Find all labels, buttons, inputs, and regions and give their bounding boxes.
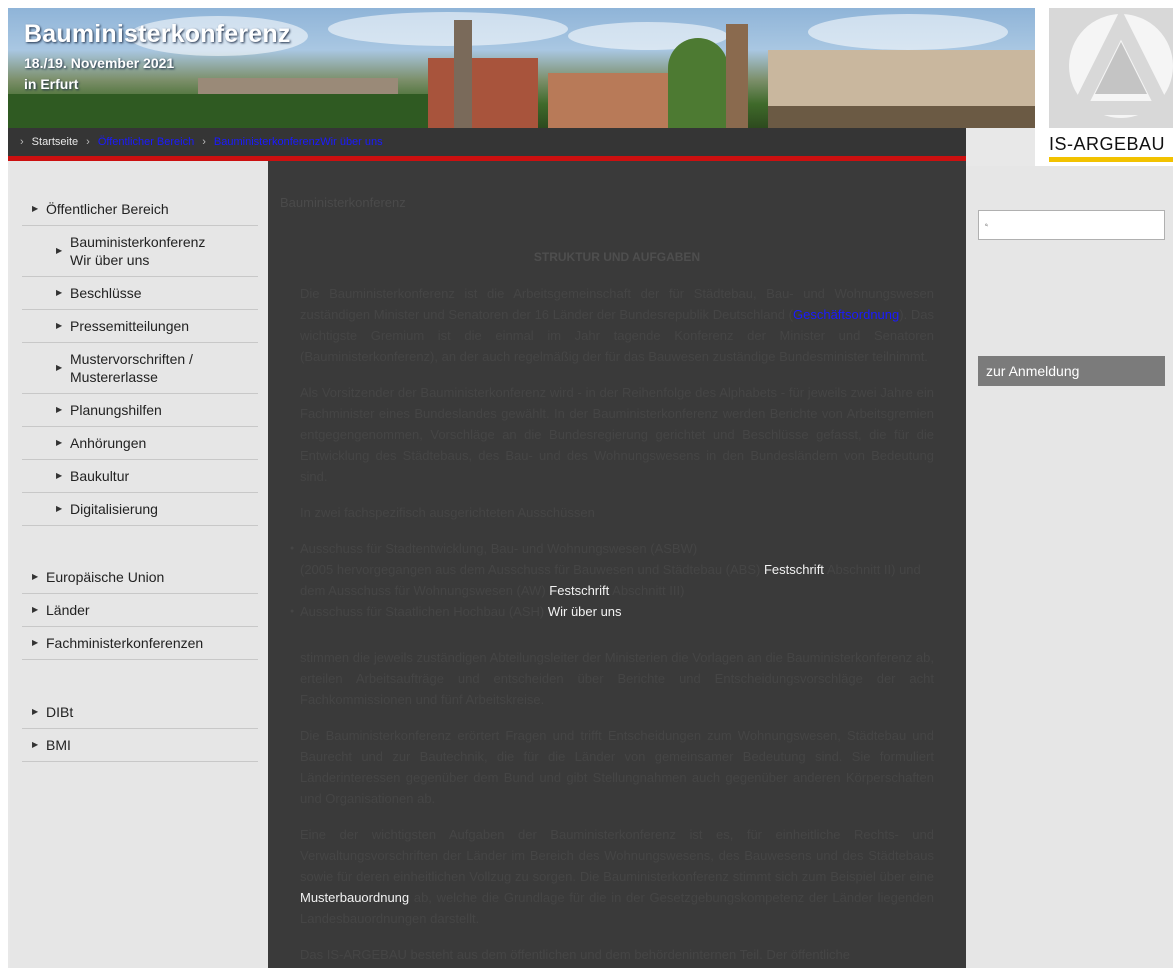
page-frame: Bauministerkonferenz 18./19. November 20… bbox=[8, 8, 1173, 968]
sidebar-item-beschluesse[interactable]: ▶ Beschlüsse bbox=[22, 277, 258, 310]
triangle-right-icon: ▶ bbox=[32, 740, 39, 749]
chevron-right-icon: › bbox=[202, 136, 206, 148]
sidebar-item-anhoerungen[interactable]: ▶ Anhörungen bbox=[22, 427, 258, 460]
paragraph: Die Bauministerkonferenz erörtert Fragen… bbox=[300, 728, 934, 806]
link-festschrift-2[interactable]: Festschrift bbox=[549, 583, 609, 598]
sidebar-item-bmk[interactable]: ▶ Bauministerkonferenz Wir über uns bbox=[22, 226, 258, 277]
sidebar-item-planungshilfen[interactable]: ▶ Planungshilfen bbox=[22, 394, 258, 427]
triangle-right-icon: ▶ bbox=[32, 572, 39, 581]
sidebar: ▶ Öffentlicher Bereich ▶ Bauministerkonfer… bbox=[10, 161, 268, 968]
triangle-right-icon: ▶ bbox=[56, 471, 63, 480]
article-body: Die Bauministerkonferenz ist die Arbeits… bbox=[268, 283, 966, 968]
sidebar-item-eu[interactable]: ▶ Europäische Union bbox=[22, 561, 258, 594]
sidebar-item-public-area[interactable]: ▶ Öffentlicher Bereich bbox=[22, 193, 258, 226]
paragraph: Die Bauministerkonferenz ist die Arbeits… bbox=[300, 286, 934, 364]
triangle-right-icon: ▶ bbox=[56, 246, 63, 255]
triangle-right-icon: ▶ bbox=[56, 288, 63, 297]
sidebar-group-main: ▶ Öffentlicher Bereich ▶ Bauministerkonfer… bbox=[22, 193, 258, 526]
page-margin bbox=[0, 0, 8, 968]
triangle-right-icon: ▶ bbox=[56, 321, 63, 330]
link-musterbauordnung[interactable]: Musterbauordnung bbox=[300, 890, 409, 905]
header-banner: Bauministerkonferenz 18./19. November 20… bbox=[8, 8, 1035, 128]
search-box[interactable] bbox=[978, 210, 1165, 240]
triangle-right-icon: ▶ bbox=[56, 363, 63, 372]
sidebar-item-bmi[interactable]: ▶ BMI bbox=[22, 729, 258, 762]
banner-date: 18./19. November 2021 bbox=[24, 55, 175, 71]
breadcrumb: › Startseite › Öffentlicher Bereich › Ba… bbox=[8, 128, 966, 156]
link-geschaeftsordnung[interactable]: Geschäftsordnung bbox=[793, 307, 899, 322]
right-column: zur Anmeldung bbox=[966, 166, 1173, 968]
logo-stripe bbox=[1049, 157, 1173, 162]
sidebar-item-presse[interactable]: ▶ Pressemitteilungen bbox=[22, 310, 258, 343]
sidebar-item-laender[interactable]: ▶ Länder bbox=[22, 594, 258, 627]
list-item: Ausschuss für Stadtentwicklung, Bau- und… bbox=[290, 538, 934, 601]
logo-text: IS-ARGEBAU bbox=[1049, 134, 1166, 154]
chevron-right-icon: › bbox=[86, 136, 90, 148]
sidebar-item-mustervorschriften[interactable]: ▶ Mustervorschriften / Mustererlasse bbox=[22, 343, 258, 394]
triangle-right-icon: ▶ bbox=[56, 438, 63, 447]
login-button[interactable]: zur Anmeldung bbox=[978, 356, 1165, 386]
triangle-right-icon: ▶ bbox=[32, 605, 39, 614]
banner-title: Bauministerkonferenz bbox=[24, 20, 291, 48]
sidebar-item-fmk[interactable]: ▶ Fachministerkonferenzen bbox=[22, 627, 258, 660]
paragraph: stimmen die jeweils zuständigen Abteilun… bbox=[300, 650, 934, 707]
link-festschrift-1[interactable]: Festschrift bbox=[764, 562, 824, 577]
paragraph: Das IS-ARGEBAU besteht aus dem öffentlic… bbox=[300, 947, 850, 962]
breadcrumb-current[interactable]: BauministerkonferenzWir über uns bbox=[214, 136, 383, 148]
list-item: Ausschuss für Staatlichen Hochbau (ASH) … bbox=[290, 601, 934, 622]
sidebar-item-digitalisierung[interactable]: ▶ Digitalisierung bbox=[22, 493, 258, 526]
sidebar-item-dibt[interactable]: ▶ DIBt bbox=[22, 696, 258, 729]
logo[interactable]: IS-ARGEBAU bbox=[1035, 8, 1173, 166]
sidebar-item-baukultur[interactable]: ▶ Baukultur bbox=[22, 460, 258, 493]
committee-list: Ausschuss für Stadtentwicklung, Bau- und… bbox=[290, 538, 934, 622]
chevron-right-icon: › bbox=[20, 136, 24, 148]
sidebar-group-external: ▶ Europäische Union ▶ Länder ▶ Fachminister… bbox=[22, 561, 258, 660]
triangle-right-icon: ▶ bbox=[32, 638, 39, 647]
main-content: Bauministerkonferenz STRUKTUR UND AUFGAB… bbox=[268, 161, 966, 968]
search-input[interactable] bbox=[988, 212, 1164, 238]
content-heading: Bauministerkonferenz bbox=[280, 195, 406, 210]
logo-icon bbox=[1049, 8, 1173, 128]
paragraph: Als Vorsitzender der Bauministerkonferen… bbox=[300, 385, 934, 484]
paragraph: Eine der wichtigsten Aufgaben der Baumin… bbox=[300, 827, 934, 926]
link-wir-ueber-uns[interactable]: Wir über uns bbox=[548, 604, 622, 619]
triangle-right-icon: ▶ bbox=[56, 405, 63, 414]
sidebar-group-partners: ▶ DIBt ▶ BMI bbox=[22, 696, 258, 762]
breadcrumb-home[interactable]: Startseite bbox=[32, 136, 78, 148]
breadcrumb-public-area[interactable]: Öffentlicher Bereich bbox=[98, 136, 194, 148]
triangle-right-icon: ▶ bbox=[32, 204, 39, 213]
triangle-right-icon: ▶ bbox=[32, 707, 39, 716]
triangle-right-icon: ▶ bbox=[56, 504, 63, 513]
paragraph: In zwei fachspezifisch ausgerichteten Au… bbox=[300, 505, 595, 520]
section-title: STRUKTUR UND AUFGABEN bbox=[533, 250, 701, 264]
banner-place: in Erfurt bbox=[24, 76, 79, 92]
